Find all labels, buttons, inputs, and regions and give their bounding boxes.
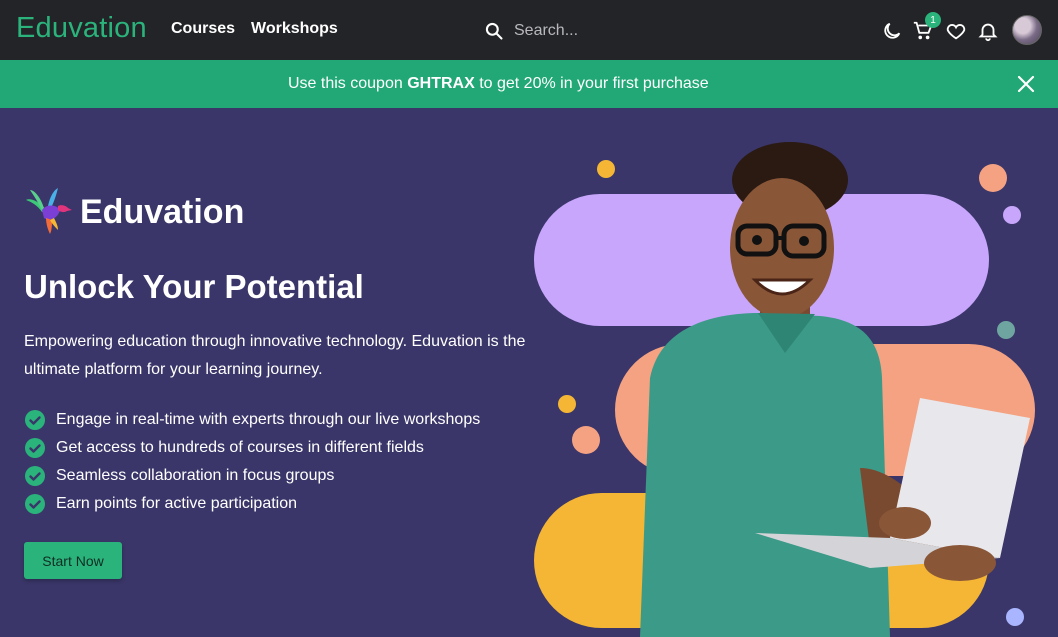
feature-item: Get access to hundreds of courses in dif… xyxy=(24,434,544,462)
student-with-laptop-illustration xyxy=(640,142,1030,637)
check-circle-icon xyxy=(25,438,45,458)
hero-brand-name: Eduvation xyxy=(80,193,245,231)
close-icon[interactable] xyxy=(1016,74,1036,94)
decor-dot xyxy=(558,395,576,413)
feature-text: Get access to hundreds of courses in dif… xyxy=(56,439,424,456)
search-input[interactable] xyxy=(514,20,674,42)
feature-item: Seamless collaboration in focus groups xyxy=(24,462,544,490)
heart-icon[interactable] xyxy=(945,20,967,42)
feature-text: Earn points for active participation xyxy=(56,495,298,512)
check-circle-icon xyxy=(25,494,45,514)
feature-text: Engage in real-time with experts through… xyxy=(56,411,481,428)
hero-description: Empowering education through innovative … xyxy=(24,333,526,378)
nav-courses-link[interactable]: Courses xyxy=(171,20,235,38)
search-bar xyxy=(484,18,684,44)
decor-dot xyxy=(597,160,615,178)
coupon-banner: Use this coupon GHTRAX to get 20% in you… xyxy=(0,60,1058,108)
coupon-code: GHTRAX xyxy=(407,75,475,92)
decor-dot xyxy=(572,426,600,454)
bell-icon[interactable] xyxy=(977,20,999,42)
top-navbar: Eduvation Courses Workshops 1 xyxy=(0,0,1058,60)
coupon-suffix: to get 20% in your first purchase xyxy=(474,75,709,92)
moon-icon[interactable] xyxy=(881,20,903,42)
coupon-message: Use this coupon GHTRAX to get 20% in you… xyxy=(288,75,709,93)
brand-logo[interactable]: Eduvation xyxy=(16,12,147,45)
check-circle-icon xyxy=(25,466,45,486)
cart-count-badge: 1 xyxy=(925,12,941,28)
feature-item: Earn points for active participation xyxy=(24,490,544,518)
hero-section: Eduvation Unlock Your Potential Empoweri… xyxy=(0,108,1058,637)
hummingbird-logo-icon xyxy=(26,188,72,234)
coupon-prefix: Use this coupon xyxy=(288,75,408,92)
user-avatar[interactable] xyxy=(1012,15,1042,45)
feature-list: Engage in real-time with experts through… xyxy=(24,406,544,518)
nav-workshops-link[interactable]: Workshops xyxy=(251,20,338,38)
search-icon[interactable] xyxy=(484,21,504,41)
feature-text: Seamless collaboration in focus groups xyxy=(56,467,335,484)
hero-title: Unlock Your Potential xyxy=(24,268,364,305)
start-now-button[interactable]: Start Now xyxy=(24,542,122,579)
check-circle-icon xyxy=(25,410,45,430)
feature-item: Engage in real-time with experts through… xyxy=(24,406,544,434)
